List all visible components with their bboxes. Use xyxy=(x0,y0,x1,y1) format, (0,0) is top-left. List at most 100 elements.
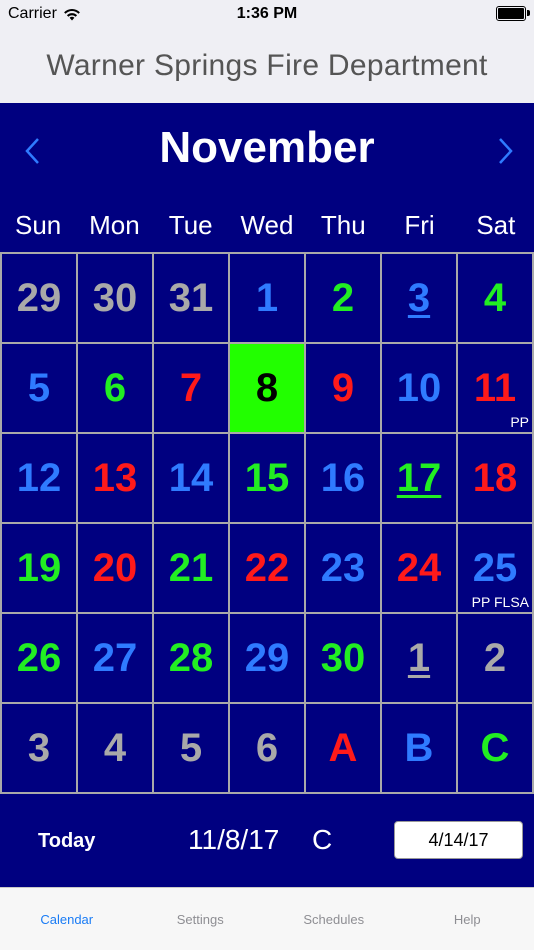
weekday-mon: Mon xyxy=(89,210,140,240)
day-number: 7 xyxy=(179,366,203,410)
day-cell[interactable]: 4 xyxy=(78,704,154,794)
day-number: 4 xyxy=(103,726,127,770)
day-cell[interactable]: A xyxy=(306,704,382,794)
day-number: 1 xyxy=(407,636,431,680)
day-cell[interactable]: 30 xyxy=(306,614,382,704)
day-cell[interactable]: 31 xyxy=(154,254,230,344)
current-shift: C xyxy=(312,824,333,855)
day-number: 29 xyxy=(16,276,62,320)
today-button[interactable]: Today xyxy=(38,830,95,853)
day-number: 28 xyxy=(168,636,214,680)
weekday-wed: Wed xyxy=(240,210,294,240)
weekday-sat: Sat xyxy=(476,210,516,240)
day-number: 4 xyxy=(483,276,507,320)
day-number: 17 xyxy=(396,456,442,500)
day-cell[interactable]: 13 xyxy=(78,434,154,524)
day-cell[interactable]: 1 xyxy=(382,614,458,704)
day-number: 27 xyxy=(92,636,138,680)
day-cell-today[interactable]: 8 xyxy=(230,344,306,434)
day-cell[interactable]: 19 xyxy=(2,524,78,614)
battery-icon xyxy=(496,6,530,21)
day-note: PP FLSA xyxy=(471,594,529,610)
app-header: Warner Springs Fire Department xyxy=(0,28,534,103)
day-cell[interactable]: 6 xyxy=(78,344,154,434)
status-time: 1:36 PM xyxy=(236,5,298,22)
date-input[interactable] xyxy=(394,821,523,859)
day-number: 29 xyxy=(244,636,290,680)
tab-bar: Calendar Settings Schedules Help xyxy=(0,887,534,950)
next-month-button[interactable] xyxy=(490,133,520,169)
tab-settings[interactable]: Settings xyxy=(134,888,268,950)
day-cell[interactable]: 20 xyxy=(78,524,154,614)
day-cell[interactable]: 3 xyxy=(2,704,78,794)
day-number: A xyxy=(328,726,358,770)
day-cell[interactable]: 3 xyxy=(382,254,458,344)
day-cell[interactable]: B xyxy=(382,704,458,794)
day-cell[interactable]: 21 xyxy=(154,524,230,614)
day-cell[interactable]: 12 xyxy=(2,434,78,524)
weekday-fri: Fri xyxy=(404,210,435,240)
day-number: 13 xyxy=(92,456,138,500)
day-number: 16 xyxy=(320,456,366,500)
day-number: 10 xyxy=(396,366,442,410)
day-number: 14 xyxy=(168,456,214,500)
day-cell[interactable]: 27 xyxy=(78,614,154,704)
day-cell[interactable]: 26 xyxy=(2,614,78,704)
day-number: 11 xyxy=(473,366,517,410)
calendar-footer: Today 11/8/17 C xyxy=(0,794,534,887)
day-cell[interactable]: 16 xyxy=(306,434,382,524)
chevron-right-icon xyxy=(499,138,513,164)
day-cell[interactable]: 25 PP FLSA xyxy=(458,524,534,614)
day-number: 1 xyxy=(255,276,279,320)
day-cell[interactable]: 4 xyxy=(458,254,534,344)
weekday-tue: Tue xyxy=(168,210,213,240)
day-number: 23 xyxy=(320,546,366,590)
day-cell[interactable]: 24 xyxy=(382,524,458,614)
day-cell[interactable]: 28 xyxy=(154,614,230,704)
day-number: 18 xyxy=(472,456,518,500)
day-cell[interactable]: 5 xyxy=(2,344,78,434)
day-note: PP xyxy=(510,414,529,430)
status-bar: Carrier 1:36 PM xyxy=(0,0,534,28)
month-title: November xyxy=(159,123,375,172)
day-number: 8 xyxy=(255,366,279,410)
day-cell[interactable]: 23 xyxy=(306,524,382,614)
day-cell[interactable]: 1 xyxy=(230,254,306,344)
day-cell[interactable]: 22 xyxy=(230,524,306,614)
day-cell[interactable]: 6 xyxy=(230,704,306,794)
day-number: C xyxy=(480,726,510,770)
day-number: 20 xyxy=(92,546,138,590)
month-bar: November xyxy=(0,103,534,198)
current-date: 11/8/17 xyxy=(188,824,280,855)
day-cell[interactable]: 29 xyxy=(2,254,78,344)
calendar-grid: 29 30 31 1 2 3 4 5 6 7 8 9 10 11 PP 12 13 14 15 16 17 18 19 20 2… xyxy=(0,252,534,794)
day-cell[interactable]: C xyxy=(458,704,534,794)
day-cell[interactable]: 11 PP xyxy=(458,344,534,434)
tab-calendar[interactable]: Calendar xyxy=(0,888,134,950)
day-number: 30 xyxy=(320,636,366,680)
day-number: 25 xyxy=(472,546,518,590)
tab-help[interactable]: Help xyxy=(401,888,534,950)
day-cell[interactable]: 10 xyxy=(382,344,458,434)
day-cell[interactable]: 17 xyxy=(382,434,458,524)
day-cell[interactable]: 7 xyxy=(154,344,230,434)
day-cell[interactable]: 29 xyxy=(230,614,306,704)
day-cell[interactable]: 18 xyxy=(458,434,534,524)
day-cell[interactable]: 2 xyxy=(458,614,534,704)
day-cell[interactable]: 2 xyxy=(306,254,382,344)
day-number: 15 xyxy=(244,456,290,500)
day-cell[interactable]: 9 xyxy=(306,344,382,434)
day-cell[interactable]: 5 xyxy=(154,704,230,794)
weekday-sun: Sun xyxy=(15,210,62,240)
day-number: 3 xyxy=(27,726,51,770)
day-number: 12 xyxy=(16,456,62,500)
day-cell[interactable]: 30 xyxy=(78,254,154,344)
day-number: 2 xyxy=(483,636,507,680)
day-number: 2 xyxy=(331,276,355,320)
day-number: 5 xyxy=(179,726,203,770)
day-cell[interactable]: 14 xyxy=(154,434,230,524)
day-cell[interactable]: 15 xyxy=(230,434,306,524)
day-number: 31 xyxy=(168,276,214,320)
tab-schedules[interactable]: Schedules xyxy=(267,888,401,950)
calendar: November Sun Mon Tue Wed Thu Fri Sat 29 30 31 1 2 3… xyxy=(0,103,534,887)
